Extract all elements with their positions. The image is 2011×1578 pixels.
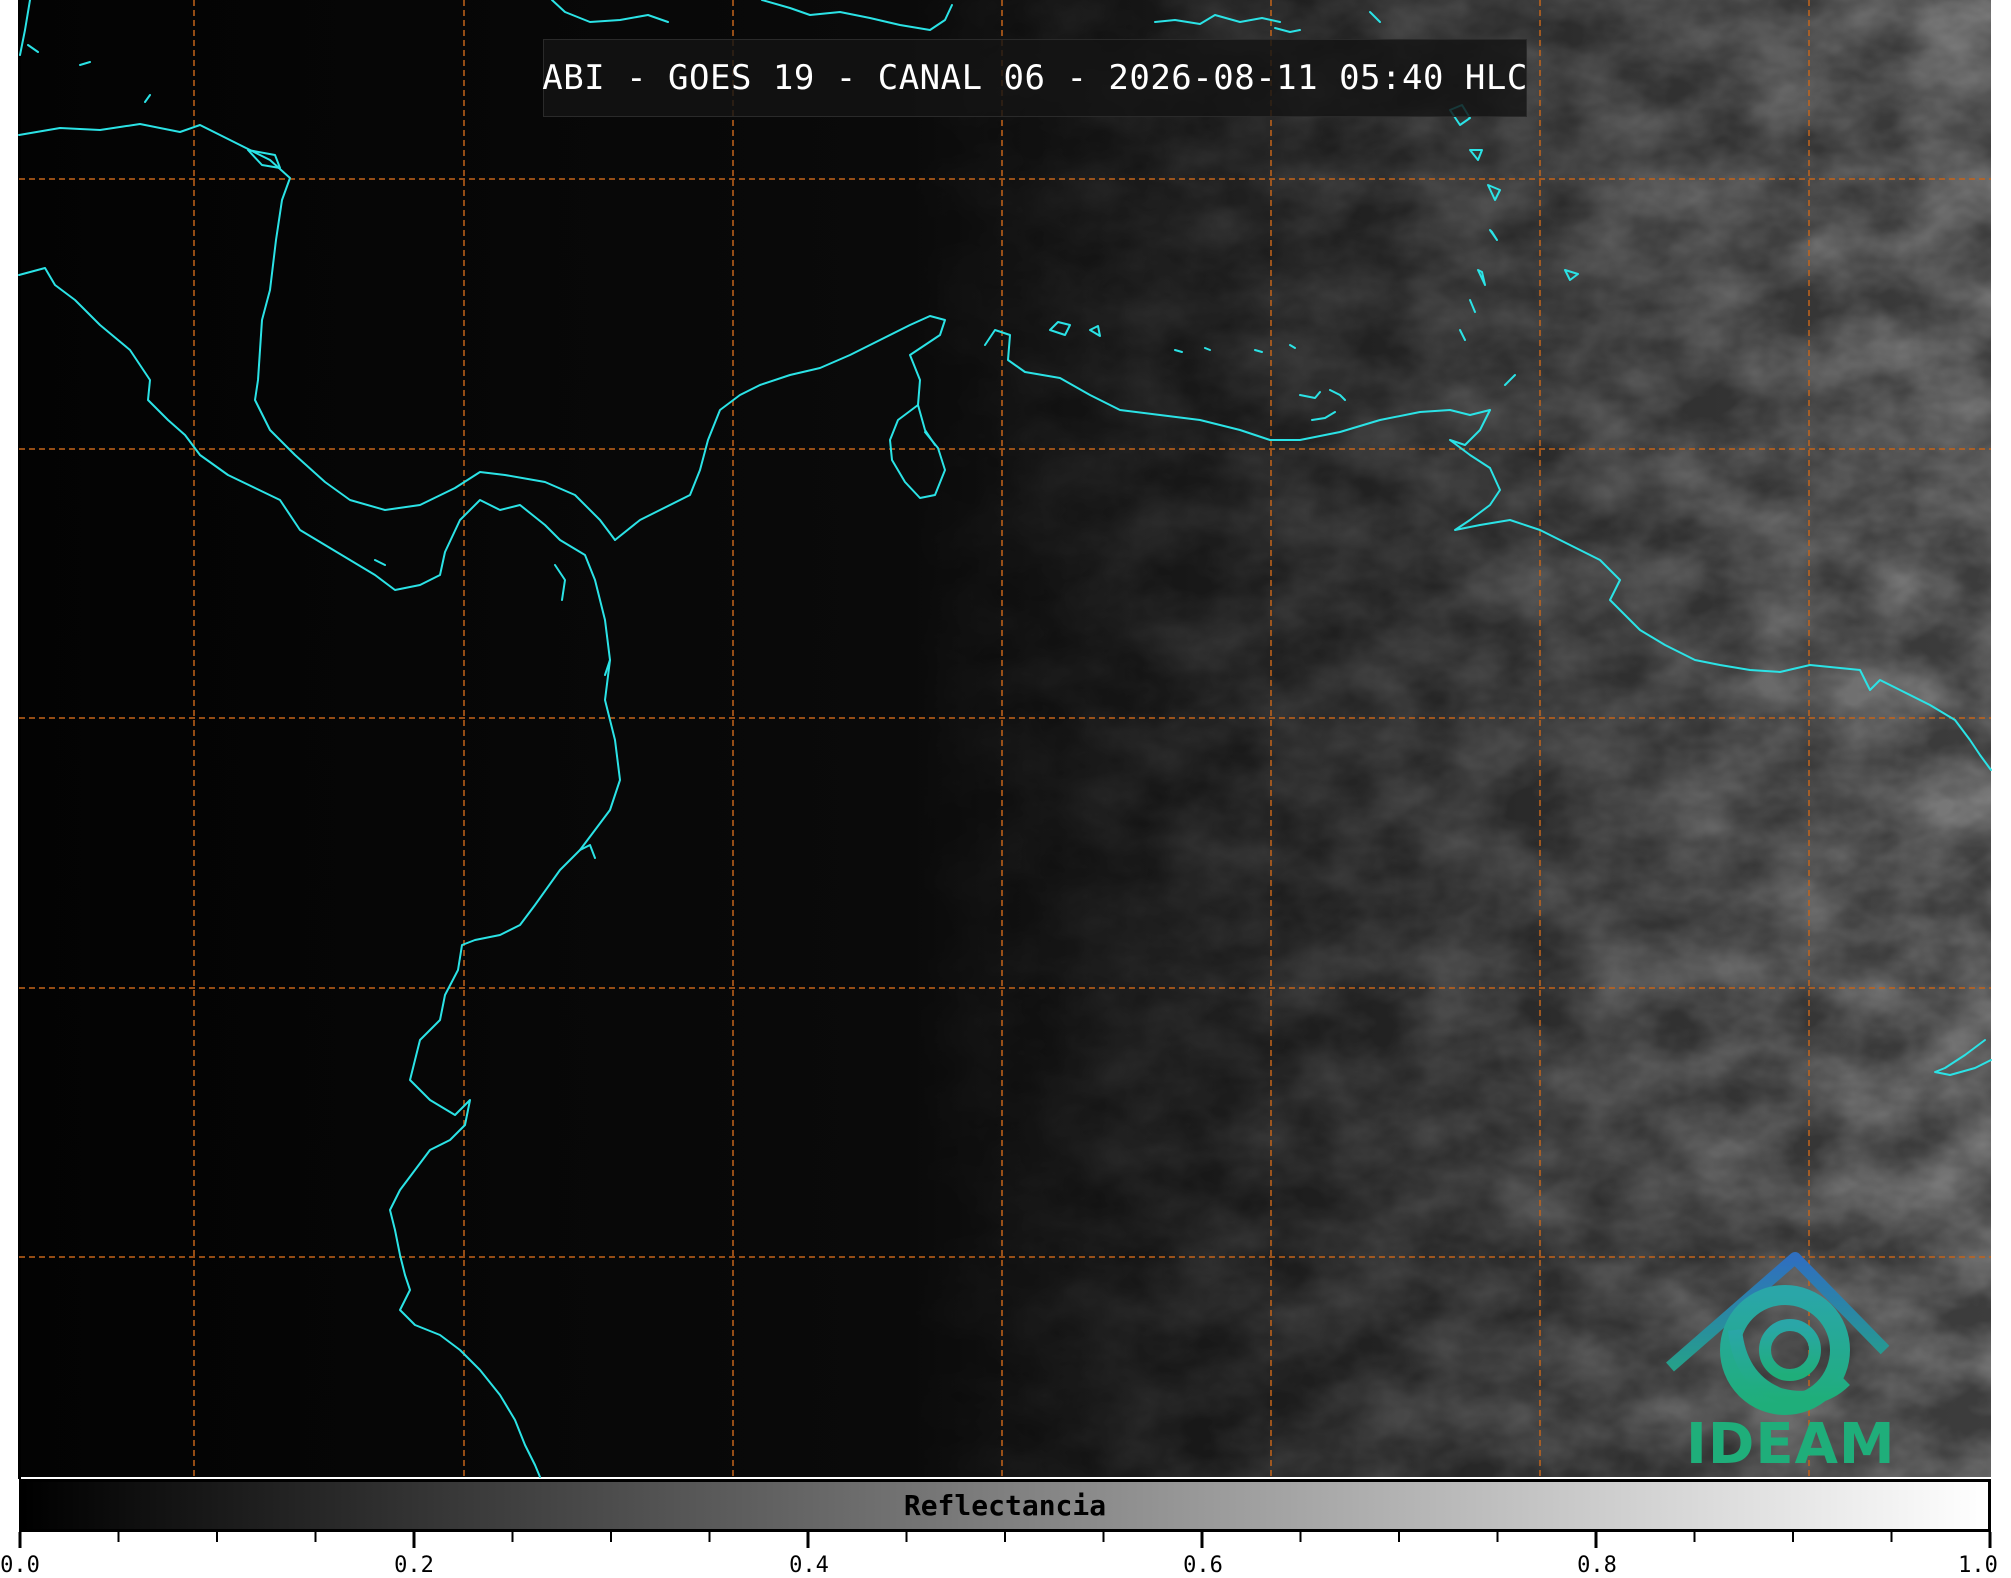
colorbar-tick-label: 0.2 <box>394 1553 434 1578</box>
map-title: ABI - GOES 19 - CANAL 06 - 2026-08-11 05… <box>542 58 1528 98</box>
colorbar-tick-label: 0.4 <box>789 1553 829 1578</box>
satellite-map <box>18 0 1992 1548</box>
logo-text: IDEAM <box>1686 1412 1896 1477</box>
colorbar-tick-label: 0.8 <box>1577 1553 1617 1578</box>
colorbar-label: Reflectancia <box>903 1489 1107 1522</box>
colorbar-tick-label: 0.6 <box>1183 1553 1223 1578</box>
title-banner: ABI - GOES 19 - CANAL 06 - 2026-08-11 05… <box>542 39 1528 117</box>
cloud-texture <box>19 0 1991 1477</box>
colorbar-ticks <box>18 1532 1992 1548</box>
colorbar-tick-label: 1.0 <box>1958 1553 1998 1578</box>
colorbar-tick-label: 0.0 <box>0 1553 40 1578</box>
colorbar: Reflectancia <box>19 1479 1991 1532</box>
